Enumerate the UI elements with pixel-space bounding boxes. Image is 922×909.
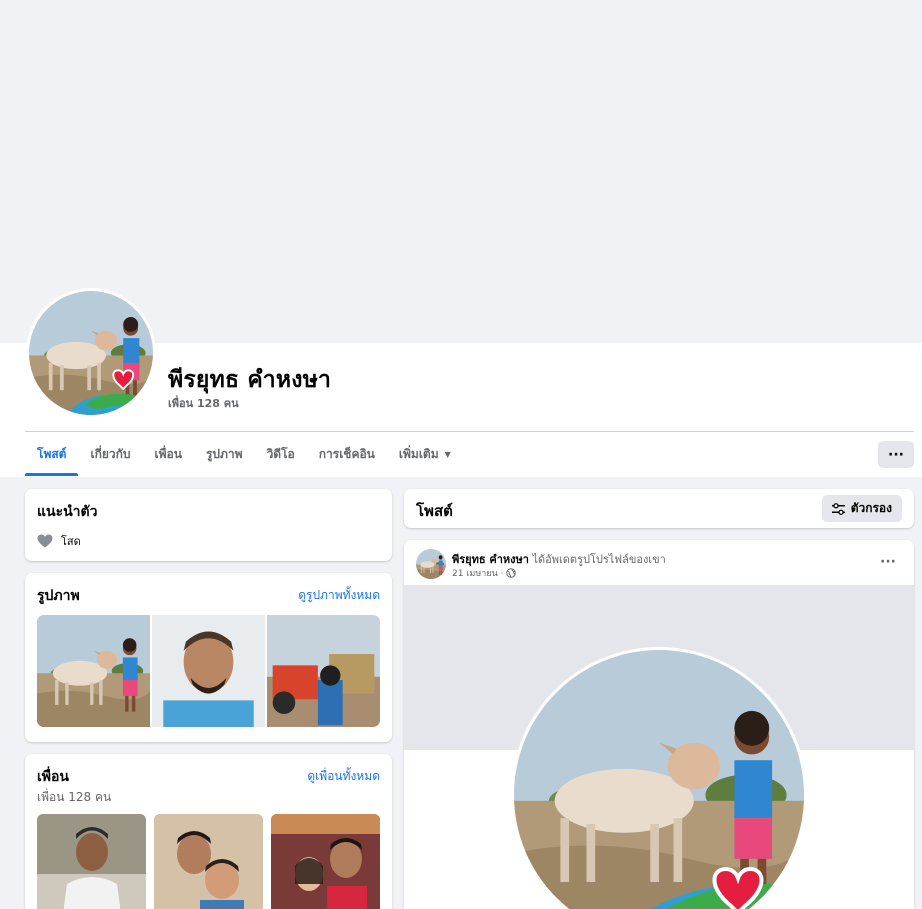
profile-avatar[interactable]	[26, 288, 156, 418]
post-meta: 21 เมษายน ·	[452, 566, 517, 580]
post-profile-image[interactable]	[404, 585, 914, 909]
see-all-photos-link[interactable]: ดูรูปภาพทั้งหมด	[298, 586, 380, 605]
photos-card: รูปภาพ ดูรูปภาพทั้งหมด	[25, 573, 392, 742]
photo-thumbnail[interactable]	[152, 615, 265, 727]
post-menu-button[interactable]: ···	[880, 554, 896, 570]
friends-title: เพื่อน	[37, 769, 69, 785]
photo-grid	[37, 615, 380, 727]
post-author-avatar[interactable]	[416, 549, 446, 579]
tab-label: โพสต์	[37, 447, 67, 461]
tab-posts[interactable]: โพสต์	[25, 433, 79, 476]
profile-name: พีรยุทธ คำหงษา	[168, 367, 332, 393]
photo-thumbnail[interactable]	[267, 615, 380, 727]
post-date[interactable]: 21 เมษายน ·	[452, 566, 503, 580]
filter-button[interactable]: ตัวกรอง	[821, 495, 902, 522]
tab-checkins[interactable]: การเช็คอิน	[307, 433, 387, 476]
friend-grid	[37, 814, 380, 909]
friend-thumbnail[interactable]	[37, 814, 146, 909]
profile-friend-count[interactable]: เพื่อน 128 คน	[168, 394, 239, 412]
post-author-name[interactable]: พีรยุทธ คำหงษา	[452, 553, 529, 566]
tab-label: รูปภาพ	[205, 447, 243, 461]
profile-tabs: โพสต์ เกี่ยวกับ เพื่อน รูปภาพ วิดีโอ การ…	[25, 433, 463, 476]
see-all-friends-link[interactable]: ดูเพื่อนทั้งหมด	[307, 767, 380, 786]
post-card: พีรยุทธ คำหงษา ได้อัพเดตรูปโปรไฟล์ของเขา…	[404, 540, 914, 909]
tab-about[interactable]: เกี่ยวกับ	[78, 433, 142, 476]
friend-thumbnail[interactable]	[154, 814, 263, 909]
tab-label: เกี่ยวกับ	[90, 447, 131, 461]
photos-title: รูปภาพ	[37, 588, 80, 604]
tab-label: เพื่อน	[154, 447, 182, 461]
friends-card: เพื่อน ดูเพื่อนทั้งหมด เพื่อน 128 คน	[25, 754, 392, 909]
more-options-button[interactable]: ···	[878, 441, 914, 468]
tab-videos[interactable]: วิดีโอ	[255, 433, 307, 476]
cover-photo[interactable]	[2, 0, 922, 343]
intro-card: แนะนำตัว โสด	[25, 489, 392, 561]
intro-title: แนะนำตัว	[37, 504, 98, 520]
tab-label: เพิ่มเติม	[398, 447, 439, 461]
friend-thumbnail[interactable]	[271, 814, 380, 909]
filter-label: ตัวกรอง	[850, 501, 892, 515]
tab-label: วิดีโอ	[266, 447, 295, 461]
profile-picture	[29, 291, 153, 415]
post-action: ได้อัพเดตรูปโปรไฟล์ของเขา	[532, 553, 666, 566]
photo-thumbnail[interactable]	[37, 615, 150, 727]
tab-more[interactable]: เพิ่มเติม ▼	[387, 433, 463, 476]
friends-count: เพื่อน 128 คน	[37, 790, 112, 804]
tab-label: การเช็คอิน	[318, 447, 375, 461]
posts-header-card: โพสต์ ตัวกรอง	[404, 489, 914, 528]
tab-photos[interactable]: รูปภาพ	[194, 433, 255, 476]
relationship-label: โสด	[61, 535, 81, 548]
filter-icon	[831, 502, 845, 515]
caret-down-icon: ▼	[444, 450, 451, 459]
tab-friends[interactable]: เพื่อน	[143, 433, 194, 476]
heart-icon	[37, 534, 53, 548]
globe-icon	[506, 568, 517, 578]
relationship-status: โสด	[37, 532, 81, 550]
posts-title: โพสต์	[416, 502, 453, 520]
header-divider	[25, 431, 914, 432]
